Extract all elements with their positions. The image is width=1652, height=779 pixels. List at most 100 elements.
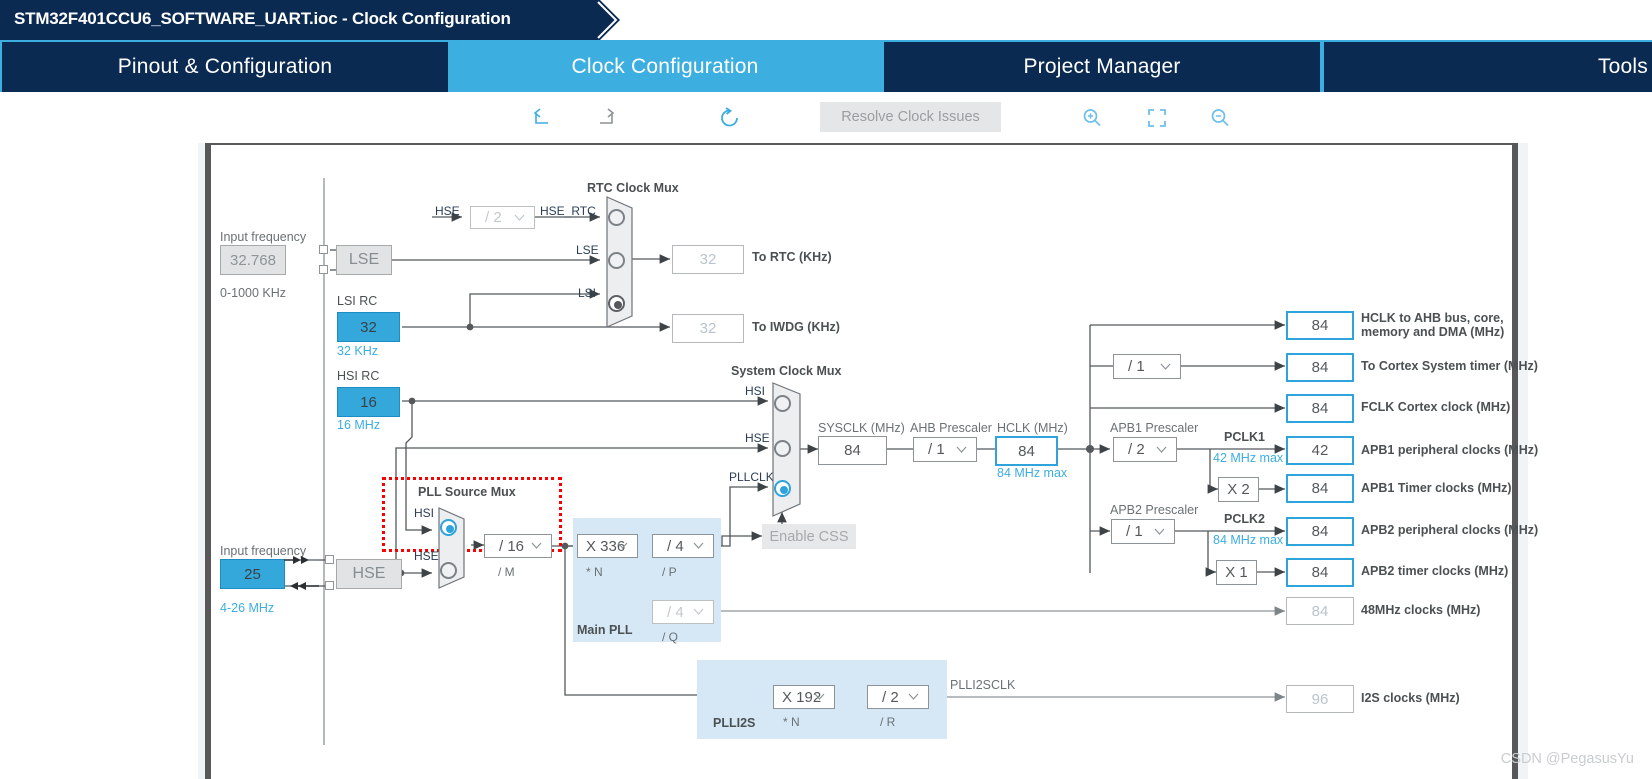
breadcrumb-chevron-icon [560,0,620,40]
hclk-title: HCLK (MHz) [997,421,1068,435]
output-fclk-cortex-value[interactable]: 84 [1286,394,1354,423]
sys-mux-option-pllclk[interactable] [774,480,791,497]
rtc-mux-option-lsi[interactable] [608,295,625,312]
pll-n-select[interactable]: X 336 [577,534,638,558]
chevron-down-icon [693,608,704,615]
hse-input-frequency-field[interactable]: 25 [220,559,285,589]
apb2-timer-multiplier: X 1 [1216,560,1257,585]
output-i2s-value[interactable]: 96 [1286,685,1354,713]
lsi-rc-unit: 32 KHz [337,344,378,358]
pll-mux-hse-label: HSE [414,549,439,563]
output-cortex-systimer-label: To Cortex System timer (MHz) [1361,359,1538,373]
sys-mux-hsi-label: HSI [745,384,766,398]
apb1-timer-multiplier: X 2 [1218,477,1259,502]
output-hclk-ahb-label: HCLK to AHB bus, core, [1361,311,1504,325]
hsi-rc-title: HSI RC [337,369,380,383]
lse-input-frequency-field[interactable]: 32.768 [220,245,286,275]
sys-mux-pllclk-label: PLLCLK [729,470,774,484]
output-apb2-peripheral-value[interactable]: 84 [1286,517,1354,546]
tab-tools[interactable]: Tools [1324,42,1652,92]
chevron-down-icon [1156,446,1167,453]
rtc-hse-divider-value: / 2 [485,209,502,226]
output-apb2-timer-value[interactable]: 84 [1286,558,1354,587]
chevron-down-icon [617,542,628,549]
lse-oscillator-box[interactable]: LSE [336,245,392,275]
plli2s-n-name: * N [783,715,800,729]
hsi-rc-value[interactable]: 16 [337,387,400,417]
enable-css-button[interactable]: Enable CSS [762,524,856,549]
undo-arrow-icon[interactable] [528,104,556,132]
pll-n-name: * N [586,565,603,579]
output-apb1-peripheral-value[interactable]: 42 [1286,436,1354,465]
pll-mux-option-hsi[interactable] [440,519,457,536]
lse-input-frequency-label: Input frequency [220,230,307,244]
pll-mux-hsi-label: HSI [414,506,435,520]
output-apb2-peripheral-label: APB2 peripheral clocks (MHz) [1361,523,1539,537]
resolve-clock-issues-button[interactable]: Resolve Clock Issues [820,102,1001,132]
canvas-left-scrollbar[interactable] [205,143,211,779]
ahb-prescaler-select[interactable]: / 1 [913,437,977,462]
plli2s-group-label: PLLI2S [713,716,756,730]
watermark-text: CSDN @PegasusYu [1500,751,1634,767]
output-fclk-cortex-label: FCLK Cortex clock (MHz) [1361,400,1511,414]
output-48mhz-label: 48MHz clocks (MHz) [1361,603,1481,617]
apb2-prescaler-select[interactable]: / 1 [1111,519,1175,544]
lsi-rc-value[interactable]: 32 [337,312,400,342]
plli2s-r-select[interactable]: / 2 [867,685,929,709]
cortex-prescaler-select[interactable]: / 1 [1113,354,1181,379]
rtc-hse-divider-select[interactable]: / 2 [470,206,535,229]
pll-m-divider-name: / M [498,565,515,579]
refresh-circle-icon[interactable] [716,104,744,132]
hclk-value[interactable]: 84 [995,436,1058,466]
output-apb1-peripheral-label: APB1 peripheral clocks (MHz) [1361,443,1539,457]
hse-oscillator-box[interactable]: HSE [336,559,402,589]
hse-rtc-in-label: HSE [435,204,460,218]
canvas-outer-right-gutter [1518,143,1528,779]
to-iwdg-value[interactable]: 32 [672,314,744,343]
rtc-mux-option-hse-rtc[interactable] [608,209,625,226]
pll-mux-option-hse[interactable] [440,562,457,579]
lsi-rc-title: LSI RC [337,294,378,308]
plli2s-n-select[interactable]: X 192 [773,685,835,709]
hse-pin-top [325,555,334,564]
canvas-right-scrollbar[interactable] [1512,143,1518,779]
chevron-down-icon [908,693,919,700]
main-tab-bar: Pinout & Configuration Clock Configurati… [0,40,1652,92]
apb2-prescaler-title: APB2 Prescaler [1110,503,1199,517]
pll-p-value: / 4 [667,537,684,555]
pll-m-divider-value: / 16 [499,537,525,555]
apb1-prescaler-select[interactable]: / 2 [1113,437,1177,462]
lse-pin-bottom [319,265,328,274]
tab-project-manager[interactable]: Project Manager [884,42,1320,92]
rtc-mux-option-lse[interactable] [608,252,625,269]
output-cortex-systimer-value[interactable]: 84 [1286,353,1354,382]
sys-mux-option-hse[interactable] [774,440,791,457]
ahb-prescaler-title: AHB Prescaler [910,421,992,435]
apb1-prescaler-title: APB1 Prescaler [1110,421,1199,435]
zoom-out-magnifier-icon[interactable] [1206,104,1234,132]
pll-m-divider-select[interactable]: / 16 [484,534,552,558]
output-apb1-timer-value[interactable]: 84 [1286,474,1354,503]
tab-clock-configuration[interactable]: Clock Configuration [450,42,880,92]
rtc-clock-mux-title: RTC Clock Mux [587,181,679,195]
output-apb1-timer-label: APB1 Timer clocks (MHz) [1361,481,1512,495]
pll-p-name: / P [662,565,677,579]
output-48mhz-value[interactable]: 84 [1286,597,1354,625]
rtc-mux-lse-label: LSE [576,243,599,257]
pll-p-select[interactable]: / 4 [652,534,714,558]
chevron-down-icon [531,542,542,549]
plli2sclk-label: PLLI2SCLK [950,678,1016,692]
zoom-in-magnifier-icon[interactable] [1078,104,1106,132]
sys-mux-option-hsi[interactable] [774,395,791,412]
page-title: STM32F401CCU6_SOFTWARE_UART.ioc - Clock … [14,9,511,28]
fit-to-screen-icon[interactable] [1143,104,1171,132]
to-rtc-value[interactable]: 32 [672,245,744,274]
pll-q-select[interactable]: / 4 [652,600,714,624]
title-bar: STM32F401CCU6_SOFTWARE_UART.ioc - Clock … [0,0,1652,40]
pll-q-name: / Q [662,630,679,644]
redo-arrow-icon[interactable] [592,104,620,132]
sysclk-value[interactable]: 84 [818,436,887,465]
lse-range-label: 0-1000 KHz [220,286,287,300]
tab-pinout-configuration[interactable]: Pinout & Configuration [2,42,448,92]
output-hclk-ahb-value[interactable]: 84 [1286,311,1354,340]
